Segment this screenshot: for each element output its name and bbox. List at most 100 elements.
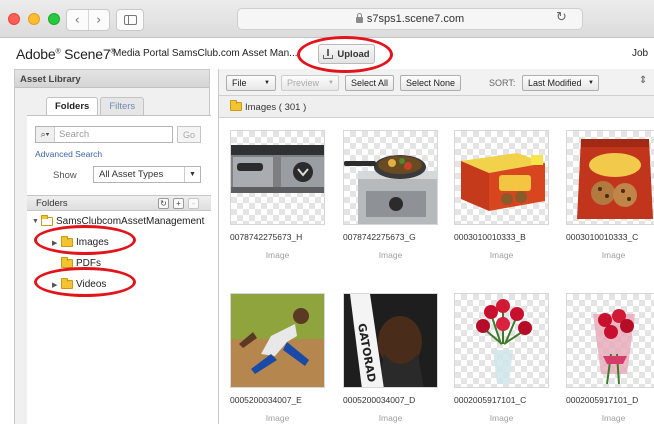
reload-icon[interactable]: ↻ bbox=[556, 10, 567, 25]
sort-value: Last Modified bbox=[528, 78, 582, 88]
athlete-towel-image: GATORAD bbox=[343, 293, 438, 388]
asset-tile[interactable]: 0002005917101_C Image bbox=[454, 293, 552, 423]
asset-type-value: All Asset Types bbox=[99, 169, 164, 180]
sort-select[interactable]: Last Modified ▼ bbox=[522, 75, 599, 91]
back-button[interactable]: ‹ bbox=[67, 10, 88, 30]
asset-tile[interactable]: 0078742275673_H Image bbox=[230, 130, 328, 260]
upload-icon bbox=[323, 49, 334, 59]
folder-tree: ▼ SamsClubcomAssetManagement ▶ Images PD… bbox=[27, 211, 211, 424]
sprinters-image bbox=[230, 293, 325, 388]
asset-name: 0002005917101_C bbox=[454, 395, 527, 405]
asset-name: 0002005917101_D bbox=[566, 395, 639, 405]
collapsed-icon[interactable]: ▶ bbox=[52, 281, 60, 289]
asset-tile[interactable]: 0003010010333_B Image bbox=[454, 130, 552, 260]
asset-grid: 0078742275673_H Image 0078742275673_G Im… bbox=[219, 118, 654, 424]
asset-browser: File ▼ Preview ▼ Select All Select None SO… bbox=[218, 69, 654, 424]
history-nav: ‹ › bbox=[66, 9, 110, 31]
jobs-menu[interactable]: Job bbox=[632, 48, 648, 59]
folder-icon bbox=[61, 236, 73, 247]
asset-name: 0003010010333_C bbox=[566, 232, 639, 242]
minimize-window-button[interactable] bbox=[28, 13, 40, 25]
preview-menu[interactable]: Preview ▼ bbox=[281, 75, 339, 91]
folders-title: Folders bbox=[36, 198, 68, 209]
chevron-down-icon: ▼ bbox=[184, 167, 200, 182]
panel-tabs: Folders Filters bbox=[46, 97, 146, 115]
upload-label: Upload bbox=[337, 48, 370, 60]
asset-tile[interactable]: GATORAD 0005200034007_D Image bbox=[343, 293, 441, 423]
brand-adobe: Adobe bbox=[16, 46, 56, 62]
tree-item-label: PDFs bbox=[76, 258, 101, 269]
tree-root[interactable]: ▼ SamsClubcomAssetManagement bbox=[32, 215, 204, 227]
file-menu[interactable]: File ▼ bbox=[226, 75, 276, 91]
current-folder-bar: Images ( 301 ) bbox=[219, 96, 654, 118]
asset-library-title: Asset Library bbox=[15, 70, 209, 88]
close-window-button[interactable] bbox=[8, 13, 20, 25]
asset-name: 0005200034007_E bbox=[230, 395, 302, 405]
tree-item-images[interactable]: ▶ Images bbox=[52, 236, 109, 248]
select-none-button[interactable]: Select None bbox=[400, 75, 462, 91]
tree-item-pdfs[interactable]: PDFs bbox=[61, 257, 101, 269]
grill-burner-image bbox=[230, 130, 325, 225]
collapsed-icon[interactable]: ▶ bbox=[52, 239, 60, 247]
go-button[interactable]: Go bbox=[177, 126, 201, 143]
asset-tile[interactable]: 0003010010333_C Image bbox=[566, 130, 654, 260]
remove-folder-icon[interactable]: - bbox=[188, 198, 199, 209]
browser-toolbar: ‹ › s7sps1.scene7.com ↻ bbox=[0, 0, 654, 38]
cookies-box-image bbox=[454, 130, 549, 225]
sidebar-toggle-button[interactable] bbox=[116, 9, 144, 31]
asset-type: Image bbox=[378, 413, 403, 423]
asset-library-panel: Asset Library Folders Filters ⌕▾ Search … bbox=[14, 69, 211, 424]
brand-scene7: Scene7 bbox=[64, 46, 111, 62]
folder-icon bbox=[61, 257, 73, 268]
asset-type: Image bbox=[489, 250, 514, 260]
folders-header: Folders ↻ + - bbox=[27, 195, 211, 211]
sort-direction-icon[interactable]: ⇕ bbox=[639, 75, 647, 86]
asset-type-select[interactable]: All Asset Types ▼ bbox=[93, 166, 201, 183]
advanced-search-link[interactable]: Advanced Search bbox=[35, 149, 102, 159]
asset-name: 0078742275673_H bbox=[230, 232, 303, 242]
roses-vase-image bbox=[454, 293, 549, 388]
folder-open-icon bbox=[41, 215, 53, 226]
roses-bouquet-image bbox=[566, 293, 654, 388]
expanded-icon[interactable]: ▼ bbox=[32, 218, 40, 225]
cookies-bag-image bbox=[566, 130, 654, 225]
asset-type: Image bbox=[378, 250, 403, 260]
tree-item-label: Videos bbox=[76, 279, 107, 290]
asset-tile[interactable]: 0002005917101_D Image bbox=[566, 293, 654, 423]
folder-icon bbox=[61, 278, 73, 289]
zoom-window-button[interactable] bbox=[48, 13, 60, 25]
asset-type: Image bbox=[265, 250, 290, 260]
asset-name: 0078742275673_G bbox=[343, 232, 416, 242]
tab-filters[interactable]: Filters bbox=[100, 97, 145, 115]
show-label: Show bbox=[53, 170, 77, 181]
asset-tile[interactable]: 0078742275673_G Image bbox=[343, 130, 441, 260]
asset-type: Image bbox=[601, 413, 626, 423]
add-folder-icon[interactable]: + bbox=[173, 198, 184, 209]
upload-button[interactable]: Upload bbox=[318, 44, 375, 64]
tree-item-videos[interactable]: ▶ Videos bbox=[52, 278, 107, 290]
file-label: File bbox=[232, 78, 247, 88]
tree-item-label: Images bbox=[76, 237, 109, 248]
preview-label: Preview bbox=[287, 78, 320, 88]
main-toolbar: File ▼ Preview ▼ Select All Select None SO… bbox=[219, 69, 654, 96]
asset-type: Image bbox=[489, 413, 514, 423]
search-placeholder: Search bbox=[59, 129, 90, 140]
asset-name: 0005200034007_D bbox=[343, 395, 416, 405]
search-options-icon[interactable]: ⌕▾ bbox=[36, 127, 55, 142]
app-header: Adobe® Scene7® Media Portal SamsClub.com… bbox=[0, 38, 654, 69]
grill-pan-image bbox=[343, 130, 438, 225]
address-bar[interactable]: s7sps1.scene7.com bbox=[237, 8, 583, 30]
forward-button[interactable]: › bbox=[87, 10, 110, 30]
folder-icon bbox=[230, 100, 242, 111]
chevron-down-icon: ▼ bbox=[328, 80, 334, 86]
url-text: s7sps1.scene7.com bbox=[366, 13, 465, 25]
refresh-icon[interactable]: ↻ bbox=[158, 198, 169, 209]
lock-icon bbox=[355, 13, 363, 23]
asset-type: Image bbox=[265, 413, 290, 423]
tab-folders[interactable]: Folders bbox=[46, 97, 99, 115]
chevron-down-icon: ▼ bbox=[264, 80, 270, 86]
brand-logo: Adobe® Scene7® bbox=[16, 46, 116, 62]
search-input[interactable]: ⌕▾ Search bbox=[35, 126, 173, 143]
asset-tile[interactable]: 0005200034007_E Image bbox=[230, 293, 328, 423]
select-all-button[interactable]: Select All bbox=[345, 75, 395, 91]
